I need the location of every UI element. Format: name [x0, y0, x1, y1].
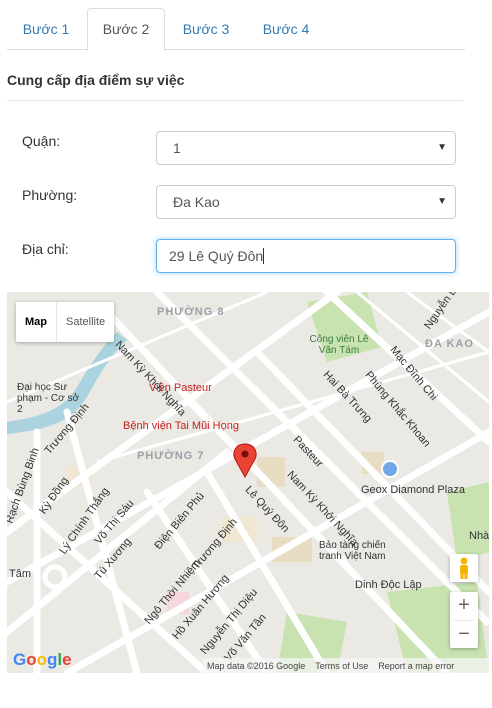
map-type-satellite-button[interactable]: Satellite	[57, 302, 114, 342]
ward-value: Đa Kao	[173, 194, 220, 210]
district-label: Quận:	[22, 133, 61, 149]
map-label-poi: Bệnh viện Tai Mũi Họng	[123, 420, 239, 432]
map-attribution: Map data ©2016 Google Terms of Use Repor…	[203, 658, 489, 673]
address-value: 29 Lê Quý Đôn	[169, 248, 264, 264]
ward-label: Phường:	[22, 187, 78, 203]
map-label-poi: Dinh Độc Lập	[355, 579, 422, 591]
ward-select[interactable]: Đa Kao ▼	[156, 185, 456, 219]
map-label-poi: Nhà	[469, 530, 489, 542]
tab-step-4[interactable]: Bước 4	[247, 8, 325, 50]
tab-step-2[interactable]: Bước 2	[87, 8, 165, 51]
map-type-control: Map Satellite	[16, 302, 115, 342]
street-view-pegman-icon[interactable]	[450, 554, 478, 582]
section-divider	[7, 100, 463, 101]
caret-down-icon: ▼	[437, 142, 447, 153]
map-label-park: Công viên Lê Văn Tám	[309, 334, 369, 356]
district-value: 1	[173, 140, 181, 156]
zoom-control: + −	[450, 592, 478, 648]
map-label-poi: Geox Diamond Plaza	[361, 484, 465, 496]
address-input[interactable]: 29 Lê Quý Đôn	[156, 239, 456, 273]
tab-step-3[interactable]: Bước 3	[167, 8, 245, 50]
map-label-street: Tâm	[9, 568, 31, 580]
caret-down-icon: ▼	[437, 196, 447, 207]
map-streets	[7, 292, 489, 673]
report-error-link[interactable]: Report a map error	[378, 661, 454, 671]
map-label-phuong-8: PHƯỜNG 8	[157, 306, 225, 318]
terms-of-use-link[interactable]: Terms of Use	[315, 661, 368, 671]
map-type-map-button[interactable]: Map	[16, 302, 56, 342]
map-label-phuong-7: PHƯỜNG 7	[137, 450, 205, 462]
map-canvas[interactable]: PHƯỜNG 8 PHƯỜNG 7 ĐA KAO Nam Kỳ Khởi Ngh…	[7, 292, 489, 673]
step-tabs: Bước 1 Bước 2 Bước 3 Bước 4	[7, 8, 465, 51]
google-logo[interactable]: Google	[13, 650, 72, 670]
address-label: Địa chỉ:	[22, 241, 69, 257]
map-label-poi: Bảo tàng chiến tranh Việt Nam	[319, 540, 386, 562]
map-label-poi: Viện Pasteur	[149, 382, 212, 394]
zoom-in-button[interactable]: +	[450, 592, 478, 620]
district-select[interactable]: 1 ▼	[156, 131, 456, 165]
section-title: Cung cấp địa điểm sự việc	[7, 72, 185, 88]
zoom-out-button[interactable]: −	[450, 621, 478, 649]
tab-step-1[interactable]: Bước 1	[7, 8, 85, 50]
map-data-credit: Map data ©2016 Google	[207, 660, 306, 671]
text-cursor	[263, 248, 265, 264]
map-label-da-kao: ĐA KAO	[425, 338, 474, 350]
